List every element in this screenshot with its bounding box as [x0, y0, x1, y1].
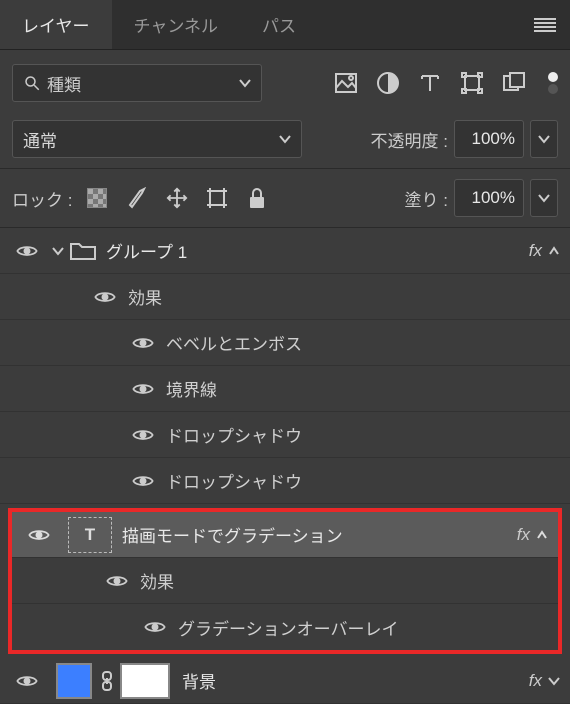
- lock-position-icon[interactable]: [166, 187, 188, 209]
- eye-icon[interactable]: [132, 428, 154, 442]
- layer-name: 背景: [182, 668, 529, 693]
- fx-collapse-toggle[interactable]: [548, 675, 560, 687]
- effect-row[interactable]: ドロップシャドウ: [0, 458, 570, 504]
- opacity-chevron[interactable]: [530, 120, 558, 158]
- text-layer-row[interactable]: T 描画モードでグラデーション fx: [12, 512, 558, 558]
- hamburger-icon: [534, 18, 556, 32]
- fill-chevron[interactable]: [530, 179, 558, 217]
- eye-icon[interactable]: [144, 620, 166, 634]
- eye-icon[interactable]: [132, 336, 154, 350]
- lock-transparency-icon[interactable]: [86, 187, 108, 209]
- effects-header-row[interactable]: 効果: [12, 558, 558, 604]
- search-icon: [23, 74, 41, 92]
- effect-name: ベベルとエンボス: [166, 330, 302, 355]
- layers-list: グループ 1 fx 効果 ベベルとエンボス 境界線: [0, 228, 570, 704]
- type-layer-thumbnail: T: [68, 517, 112, 553]
- filter-row: 種類: [0, 50, 570, 110]
- eye-icon[interactable]: [106, 574, 128, 588]
- tab-channels[interactable]: チャンネル: [112, 0, 241, 49]
- fx-badge: fx: [517, 525, 530, 545]
- effect-row[interactable]: グラデーションオーバーレイ: [12, 604, 558, 650]
- kind-filter-select[interactable]: 種類: [12, 64, 262, 102]
- kind-filter-label: 種類: [47, 71, 239, 96]
- filter-smartobject-icon[interactable]: [502, 72, 526, 94]
- effect-row[interactable]: ドロップシャドウ: [0, 412, 570, 458]
- chevron-down-icon: [279, 133, 291, 145]
- link-icon[interactable]: [100, 671, 114, 691]
- chevron-down-icon: [239, 77, 251, 89]
- panel-menu-button[interactable]: [520, 0, 570, 49]
- lock-artboard-icon[interactable]: [206, 187, 228, 209]
- fx-badge: fx: [529, 241, 542, 261]
- dot-icon: [548, 84, 558, 94]
- eye-icon[interactable]: [94, 290, 116, 304]
- visibility-toggle[interactable]: [10, 244, 44, 258]
- eye-icon[interactable]: [132, 474, 154, 488]
- fx-badge: fx: [529, 671, 542, 691]
- blend-mode-value: 通常: [23, 127, 57, 152]
- effect-row[interactable]: ベベルとエンボス: [0, 320, 570, 366]
- lock-row: ロック : 塗り : 100%: [0, 169, 570, 228]
- eye-icon: [28, 528, 50, 542]
- effects-label: 効果: [128, 284, 162, 309]
- panel-tabs: レイヤー チャンネル パス: [0, 0, 570, 50]
- fx-collapse-toggle[interactable]: [536, 529, 548, 541]
- tab-layers[interactable]: レイヤー: [0, 0, 112, 49]
- effect-name: 境界線: [166, 376, 217, 401]
- effect-name: ドロップシャドウ: [166, 422, 302, 447]
- filter-type-icon[interactable]: [418, 72, 442, 94]
- layer-name: 描画モードでグラデーション: [122, 522, 517, 547]
- opacity-input[interactable]: 100%: [454, 120, 524, 158]
- effects-label: 効果: [140, 568, 174, 593]
- fx-collapse-toggle[interactable]: [548, 245, 560, 257]
- effect-row[interactable]: 境界線: [0, 366, 570, 412]
- dot-icon: [548, 72, 558, 82]
- effect-name: ドロップシャドウ: [166, 468, 302, 493]
- filter-toggle[interactable]: [548, 72, 558, 94]
- folder-icon: [70, 241, 96, 261]
- eye-icon: [16, 674, 38, 688]
- effects-header-row[interactable]: 効果: [0, 274, 570, 320]
- blend-mode-select[interactable]: 通常: [12, 120, 302, 158]
- filter-shape-icon[interactable]: [460, 72, 484, 94]
- lock-all-icon[interactable]: [246, 187, 268, 209]
- chevron-down-icon[interactable]: [52, 245, 64, 257]
- color-fill-thumbnail[interactable]: [56, 663, 92, 699]
- highlighted-selection: T 描画モードでグラデーション fx 効果 グラデーションオーバーレイ: [8, 508, 562, 654]
- fill-input[interactable]: 100%: [454, 179, 524, 217]
- tab-paths[interactable]: パス: [240, 0, 318, 49]
- background-layer-row[interactable]: 背景 fx: [0, 658, 570, 704]
- layer-name: グループ 1: [106, 238, 529, 263]
- lock-pixels-icon[interactable]: [126, 187, 148, 209]
- eye-icon[interactable]: [132, 382, 154, 396]
- layer-group-row[interactable]: グループ 1 fx: [0, 228, 570, 274]
- filter-image-icon[interactable]: [334, 72, 358, 94]
- eye-icon: [16, 244, 38, 258]
- mask-thumbnail[interactable]: [120, 663, 170, 699]
- lock-label: ロック :: [12, 186, 72, 211]
- visibility-toggle[interactable]: [10, 674, 44, 688]
- fill-label: 塗り :: [405, 186, 448, 211]
- blend-row: 通常 不透明度 : 100%: [0, 110, 570, 169]
- filter-adjustment-icon[interactable]: [376, 72, 400, 94]
- opacity-label: 不透明度 :: [371, 127, 448, 152]
- visibility-toggle[interactable]: [22, 528, 56, 542]
- effect-name: グラデーションオーバーレイ: [178, 615, 399, 640]
